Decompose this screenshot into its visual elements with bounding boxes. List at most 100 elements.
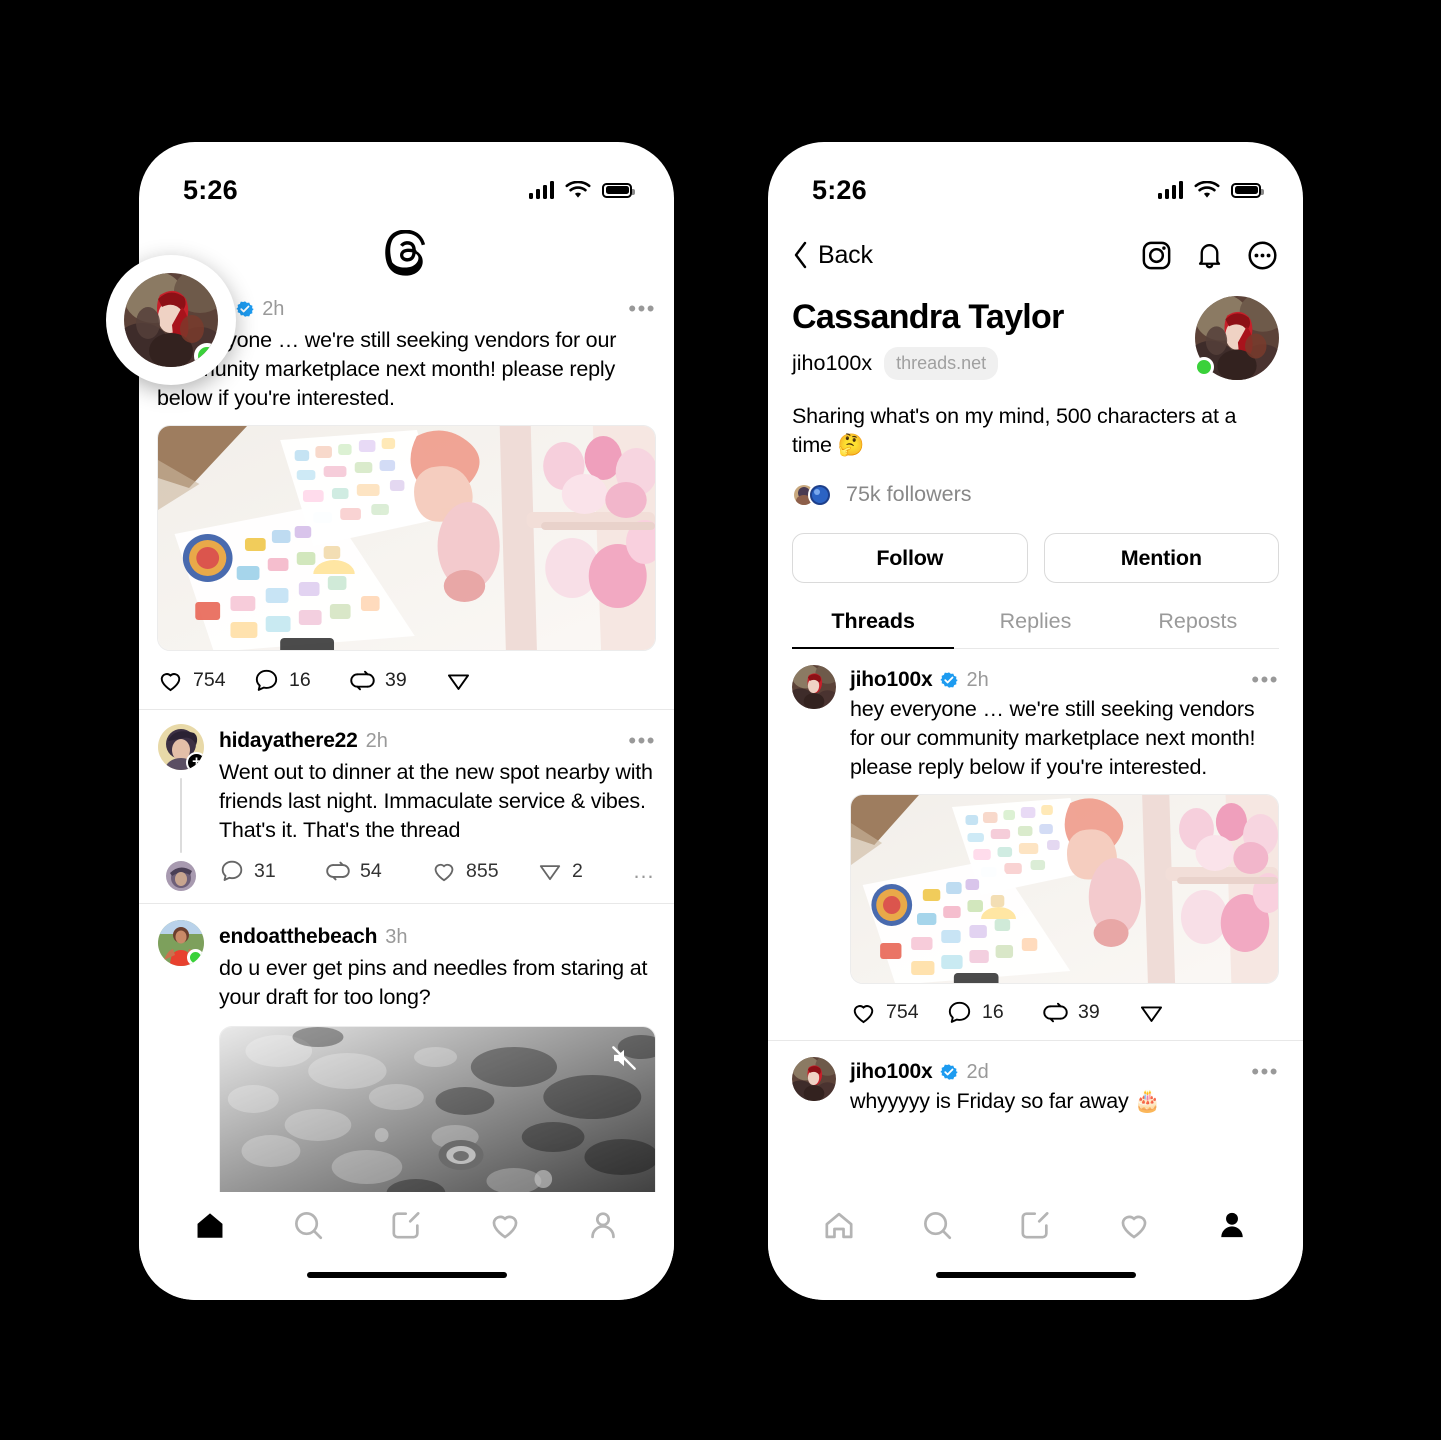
post-media-image[interactable] [157, 425, 656, 651]
post-actions: 754 16 39 [157, 651, 656, 709]
activity-tab[interactable] [1117, 1208, 1151, 1242]
comment-action[interactable]: 16 [253, 667, 339, 694]
follower-avatar-image [810, 484, 830, 505]
home-indicator [935, 1272, 1136, 1278]
post-body: jiho100x 2h ••• hey everyone … we're sti… [850, 665, 1279, 1040]
status-time: 5:26 [183, 174, 238, 205]
post-rail: + [157, 724, 205, 897]
home-indicator [306, 1272, 507, 1278]
avatar[interactable] [792, 665, 836, 709]
post-username[interactable]: jiho100x [850, 1060, 933, 1084]
status-bar: 5:26 [139, 142, 674, 220]
like-count: 754 [193, 668, 226, 691]
compose-tab[interactable] [1018, 1208, 1052, 1242]
post-media-image[interactable] [850, 794, 1279, 984]
comment-icon [255, 669, 278, 691]
post-header: jiho100x 2d ••• [850, 1057, 1279, 1087]
post-more-icon[interactable]: ••• [1251, 1061, 1279, 1083]
back-button[interactable]: Back [792, 240, 873, 270]
post-body: jiho100x 2d ••• whyyyyy is Friday so far… [850, 1057, 1279, 1116]
feed-post-3[interactable]: endoatthebeach 3h do u ever get pins and… [139, 904, 674, 1212]
post-timestamp: 2h [262, 297, 285, 320]
heart-icon [160, 672, 181, 691]
comment-action[interactable]: 16 [946, 999, 1032, 1026]
post-more-icon[interactable]: ••• [628, 298, 656, 320]
post-overflow-icon[interactable]: … [633, 860, 657, 882]
post-more-icon[interactable]: ••• [1251, 669, 1279, 691]
tab-threads[interactable]: Threads [792, 609, 955, 649]
follow-button[interactable]: Follow [792, 533, 1028, 583]
repost-action[interactable]: 54 [325, 858, 431, 884]
instagram-icon[interactable] [1140, 239, 1173, 272]
repost-action[interactable]: 39 [349, 667, 435, 694]
profile-avatar[interactable] [1194, 296, 1279, 380]
heart-icon [492, 1215, 518, 1239]
like-action[interactable]: 754 [850, 999, 936, 1026]
avatar[interactable] [792, 1057, 836, 1101]
search-tab[interactable] [920, 1208, 954, 1242]
post-more-icon[interactable]: ••• [628, 730, 656, 752]
profile-post-1[interactable]: jiho100x 2h ••• hey everyone … we're sti… [768, 649, 1303, 1040]
more-circle-icon[interactable] [1246, 239, 1279, 272]
mute-toggle[interactable] [607, 1041, 641, 1075]
cellular-signal-icon [528, 181, 554, 199]
domain-chip[interactable]: threads.net [884, 347, 999, 380]
highlighted-avatar[interactable] [106, 255, 236, 385]
compose-tab[interactable] [389, 1208, 423, 1242]
verified-badge-icon [236, 301, 254, 317]
avatar[interactable] [158, 920, 204, 966]
share-action[interactable] [445, 667, 531, 694]
post-username[interactable]: endoatthebeach [219, 925, 377, 949]
post-body: endoatthebeach 3h do u ever get pins and… [219, 920, 656, 1206]
comment-count: 31 [254, 859, 276, 882]
home-tab[interactable] [193, 1208, 227, 1242]
feed-post-2[interactable]: + hidayathere22 2h ••• Went out to dinne… [139, 710, 674, 903]
replier-avatar[interactable] [166, 861, 196, 891]
compose-icon [392, 1212, 420, 1239]
repost-count: 39 [1078, 1000, 1100, 1023]
like-action[interactable]: 855 [431, 858, 537, 884]
bottom-tab-bar [139, 1192, 674, 1300]
post-timestamp: 2h [365, 729, 388, 752]
phone-right-profile: 5:26 Back Cassandra Taylor jiho100x thre… [768, 142, 1303, 1300]
like-count: 754 [886, 1000, 919, 1023]
comment-action[interactable]: 31 [219, 858, 325, 884]
search-icon [295, 1212, 323, 1240]
status-indicators [1157, 180, 1264, 200]
back-label: Back [818, 240, 873, 269]
post-username[interactable]: jiho100x [850, 668, 933, 692]
tab-reposts[interactable]: Reposts [1117, 609, 1279, 648]
tab-replies[interactable]: Replies [954, 609, 1116, 648]
wifi-icon [565, 180, 591, 198]
share-icon [1140, 1005, 1163, 1022]
profile-handle: jiho100x [792, 351, 873, 375]
search-tab[interactable] [291, 1208, 325, 1242]
profile-nav-bar: Back [768, 220, 1303, 282]
comment-icon [221, 860, 243, 881]
threads-logo [384, 230, 425, 276]
avatar[interactable]: + [158, 724, 204, 770]
home-tab[interactable] [822, 1208, 856, 1242]
profile-tab[interactable] [586, 1208, 620, 1242]
followers-row[interactable]: 75k followers [792, 482, 1279, 507]
profile-post-2[interactable]: jiho100x 2d ••• whyyyyy is Friday so far… [768, 1041, 1303, 1116]
profile-tab[interactable] [1215, 1208, 1249, 1242]
follow-plus-badge[interactable]: + [186, 752, 204, 770]
battery-icon [602, 182, 635, 198]
comment-count: 16 [289, 668, 311, 691]
online-status-dot [187, 949, 204, 966]
follower-count: 75k followers [846, 482, 972, 506]
post-media-video[interactable] [219, 1026, 656, 1206]
post-text: hey everyone … we're still seeking vendo… [850, 697, 1256, 779]
share-action[interactable]: 2 [537, 858, 611, 884]
verified-badge-icon [940, 672, 959, 688]
bell-icon[interactable] [1194, 240, 1225, 271]
repost-count: 54 [360, 859, 382, 882]
like-action[interactable]: 754 [157, 667, 243, 694]
activity-tab[interactable] [488, 1208, 522, 1242]
mention-button[interactable]: Mention [1043, 533, 1279, 583]
share-action[interactable] [1138, 999, 1224, 1026]
post-actions: 754 16 39 [850, 984, 1279, 1040]
post-username[interactable]: hidayathere22 [219, 729, 358, 753]
repost-action[interactable]: 39 [1042, 999, 1128, 1026]
